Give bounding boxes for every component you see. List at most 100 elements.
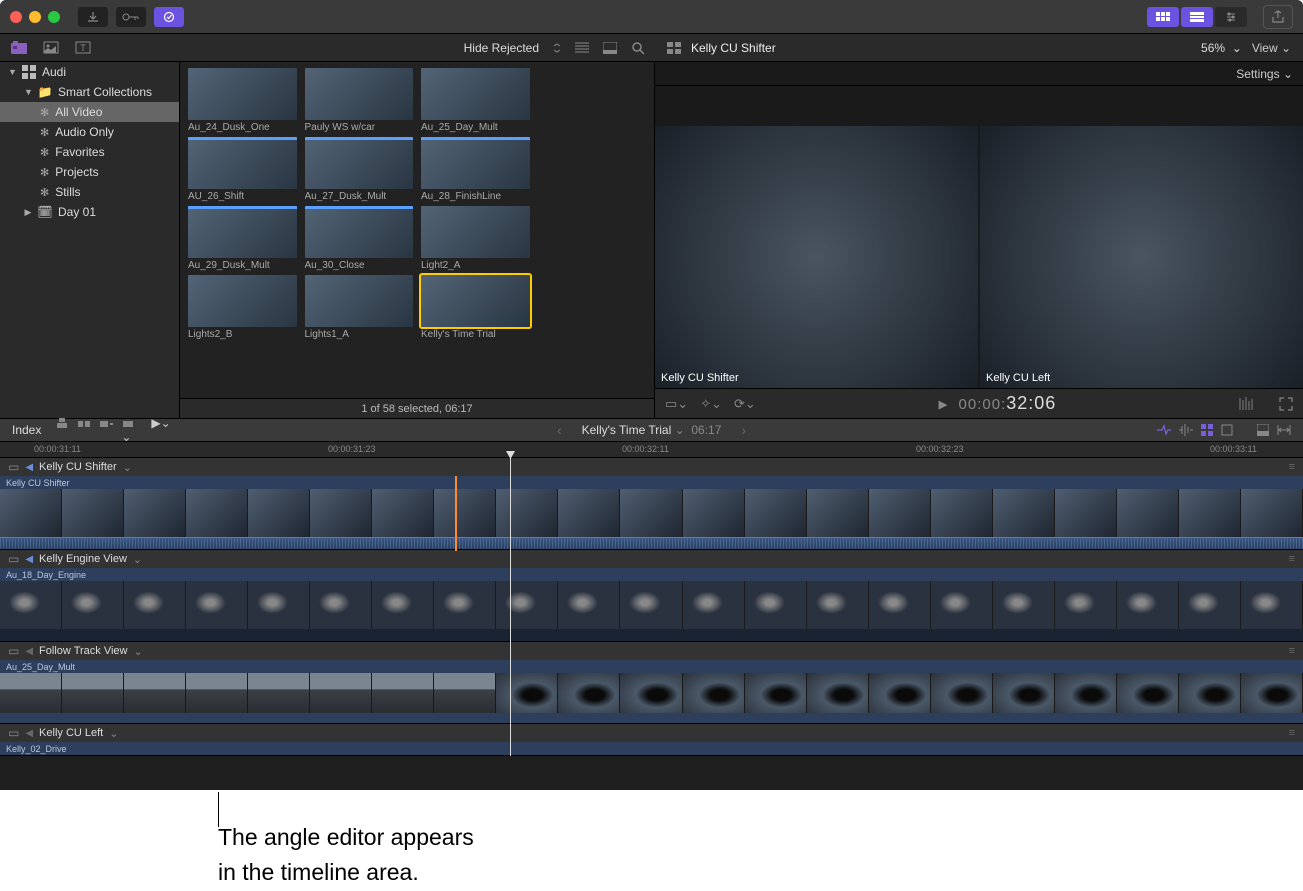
view-menu[interactable]: View ⌄ <box>1252 41 1291 55</box>
viewer-angle-left[interactable]: Kelly CU Shifter <box>655 126 978 388</box>
event-row[interactable]: ▶🗓Day 01 <box>0 202 179 222</box>
filmstrip-frame <box>496 489 558 537</box>
drag-handle-icon[interactable]: ≡ <box>1289 727 1295 739</box>
list-view-icon[interactable] <box>575 42 589 54</box>
close-window-button[interactable] <box>10 11 22 23</box>
clip-thumbnail[interactable]: Au_29_Dusk_Mult <box>188 206 297 271</box>
library-row[interactable]: ▼Audi <box>0 62 179 82</box>
search-icon[interactable] <box>631 41 645 55</box>
audio-meter-icon[interactable] <box>1239 396 1267 412</box>
event-icon: 🗓 <box>38 205 52 219</box>
skimming-icon[interactable] <box>1157 424 1171 436</box>
clip-thumbnail[interactable]: Light2_A <box>421 206 530 271</box>
clip-thumbnail[interactable]: Au_27_Dusk_Mult <box>305 137 414 202</box>
overwrite-clip-icon[interactable]: ⌄ <box>121 416 135 444</box>
angle-track[interactable]: ▭◀Follow Track View ⌄≡ Au_25_Day_Mult <box>0 642 1303 724</box>
timeline-title[interactable]: Kelly's Time Trial <box>582 423 672 437</box>
monitor-icon[interactable]: ▭ <box>8 726 19 740</box>
clip-thumbnail[interactable]: Pauly WS w/car <box>305 68 414 133</box>
enhance-menu-icon[interactable]: ✧⌄ <box>700 396 722 412</box>
connect-clip-icon[interactable] <box>55 416 69 444</box>
filter-stepper-icon[interactable] <box>553 43 561 53</box>
monitor-icon[interactable]: ▭ <box>8 460 19 474</box>
filmstrip-frame <box>807 673 869 713</box>
drag-handle-icon[interactable]: ≡ <box>1289 553 1295 565</box>
share-button[interactable] <box>1263 5 1293 29</box>
filmstrip-frame <box>124 673 186 713</box>
show-timeline-toggle[interactable] <box>1181 7 1213 27</box>
sidebar-item-favorites[interactable]: ✻Favorites <box>0 142 179 162</box>
smart-collections-row[interactable]: ▼📁Smart Collections <box>0 82 179 102</box>
minimize-window-button[interactable] <box>29 11 41 23</box>
viewer-title: Kelly CU Shifter <box>691 41 776 55</box>
clip-thumbnail[interactable]: AU_26_Shift <box>188 137 297 202</box>
filmstrip-frame <box>1179 673 1241 713</box>
clip-appearance-icon[interactable] <box>603 42 617 54</box>
audio-skim-icon[interactable] <box>1179 424 1193 436</box>
clip-thumbnail[interactable]: Kelly's Time Trial <box>421 275 530 340</box>
timeline-back-button[interactable]: ‹ <box>557 422 562 438</box>
insert-clip-icon[interactable] <box>77 416 91 444</box>
clip-thumbnail[interactable]: Au_28_FinishLine <box>421 137 530 202</box>
sidebar-item-audio-only[interactable]: ✻Audio Only <box>0 122 179 142</box>
clip-appearance-icon[interactable] <box>1257 424 1269 436</box>
clip-label: Kelly CU Shifter <box>0 476 1303 489</box>
timeline-ruler[interactable]: 00:00:31:11 00:00:31:23 00:00:32:11 00:0… <box>0 442 1303 458</box>
timeline-index-button[interactable]: Index <box>12 423 41 437</box>
filter-menu[interactable]: Hide Rejected <box>464 41 539 55</box>
viewer-settings-menu[interactable]: Settings ⌄ <box>1236 67 1293 81</box>
background-tasks-button[interactable] <box>154 7 184 27</box>
fullscreen-icon[interactable] <box>1279 397 1293 411</box>
filmstrip-frame <box>372 673 434 713</box>
append-clip-icon[interactable] <box>99 416 113 444</box>
library-icon[interactable] <box>10 39 28 57</box>
keyword-button[interactable] <box>116 7 146 27</box>
speaker-icon[interactable]: ◀ <box>25 462 33 473</box>
timeline-forward-button[interactable]: › <box>741 422 746 438</box>
clip-thumbnail[interactable]: Au_30_Close <box>305 206 414 271</box>
filmstrip-frame <box>496 673 558 713</box>
viewer-angle-right[interactable]: Kelly CU Left <box>980 126 1303 388</box>
clip-label: Lights2_B <box>188 329 297 340</box>
sidebar-item-stills[interactable]: ✻Stills <box>0 182 179 202</box>
speaker-icon[interactable]: ◀ <box>25 728 33 739</box>
clip-label: Au_28_FinishLine <box>421 191 530 202</box>
drag-handle-icon[interactable]: ≡ <box>1289 645 1295 657</box>
sidebar-item-projects[interactable]: ✻Projects <box>0 162 179 182</box>
filmstrip-frame <box>372 581 434 629</box>
zoom-window-button[interactable] <box>48 11 60 23</box>
timeline-fullwidth-icon[interactable] <box>1277 424 1291 436</box>
speaker-icon[interactable]: ◀ <box>25 646 33 657</box>
timecode-display[interactable]: ▶ 00:00:32:06 <box>938 393 1056 414</box>
gear-icon: ✻ <box>40 146 49 159</box>
retime-menu-icon[interactable]: ⟳⌄ <box>734 396 756 412</box>
window-titlebar <box>0 0 1303 34</box>
clip-thumbnail[interactable]: Au_25_Day_Mult <box>421 68 530 133</box>
monitor-icon[interactable]: ▭ <box>8 552 19 566</box>
monitor-icon[interactable]: ▭ <box>8 644 19 658</box>
import-button[interactable] <box>78 7 108 27</box>
arrow-tool-icon[interactable]: ▶⌄ <box>151 416 170 444</box>
zoom-menu[interactable]: 56% ⌄ <box>1201 41 1242 55</box>
timeline-header: Index ⌄ ▶⌄ ‹ Kelly's Time Trial ⌄ 06:17 … <box>0 418 1303 442</box>
titles-icon[interactable]: T <box>74 39 92 57</box>
snapping-icon[interactable] <box>1221 424 1233 436</box>
angle-track[interactable]: ▭◀Kelly Engine View ⌄≡ Au_18_Day_Engine <box>0 550 1303 642</box>
sidebar-item-all-video[interactable]: ✻All Video <box>0 102 179 122</box>
solo-icon[interactable] <box>1201 424 1213 436</box>
library-star-icon <box>22 65 36 79</box>
show-browser-toggle[interactable] <box>1147 7 1179 27</box>
show-inspector-toggle[interactable] <box>1215 7 1247 27</box>
audio-waveform[interactable] <box>0 537 1303 549</box>
transform-menu-icon[interactable]: ▭⌄ <box>665 396 688 412</box>
photos-icon[interactable] <box>42 39 60 57</box>
drag-handle-icon[interactable]: ≡ <box>1289 461 1295 473</box>
angle-track[interactable]: ▭◀Kelly CU Shifter ⌄≡ Kelly CU Shifter <box>0 458 1303 550</box>
clip-thumbnail[interactable]: Lights2_B <box>188 275 297 340</box>
speaker-icon[interactable]: ◀ <box>25 554 33 565</box>
angle-track[interactable]: ▭◀Kelly CU Left ⌄≡ Kelly_02_Drive <box>0 724 1303 756</box>
angle-editor: ▭◀Kelly CU Shifter ⌄≡ Kelly CU Shifter ▭… <box>0 458 1303 756</box>
clip-thumbnail[interactable]: Au_24_Dusk_One <box>188 68 297 133</box>
clip-thumbnail[interactable]: Lights1_A <box>305 275 414 340</box>
angle-view-icon[interactable] <box>667 42 681 54</box>
